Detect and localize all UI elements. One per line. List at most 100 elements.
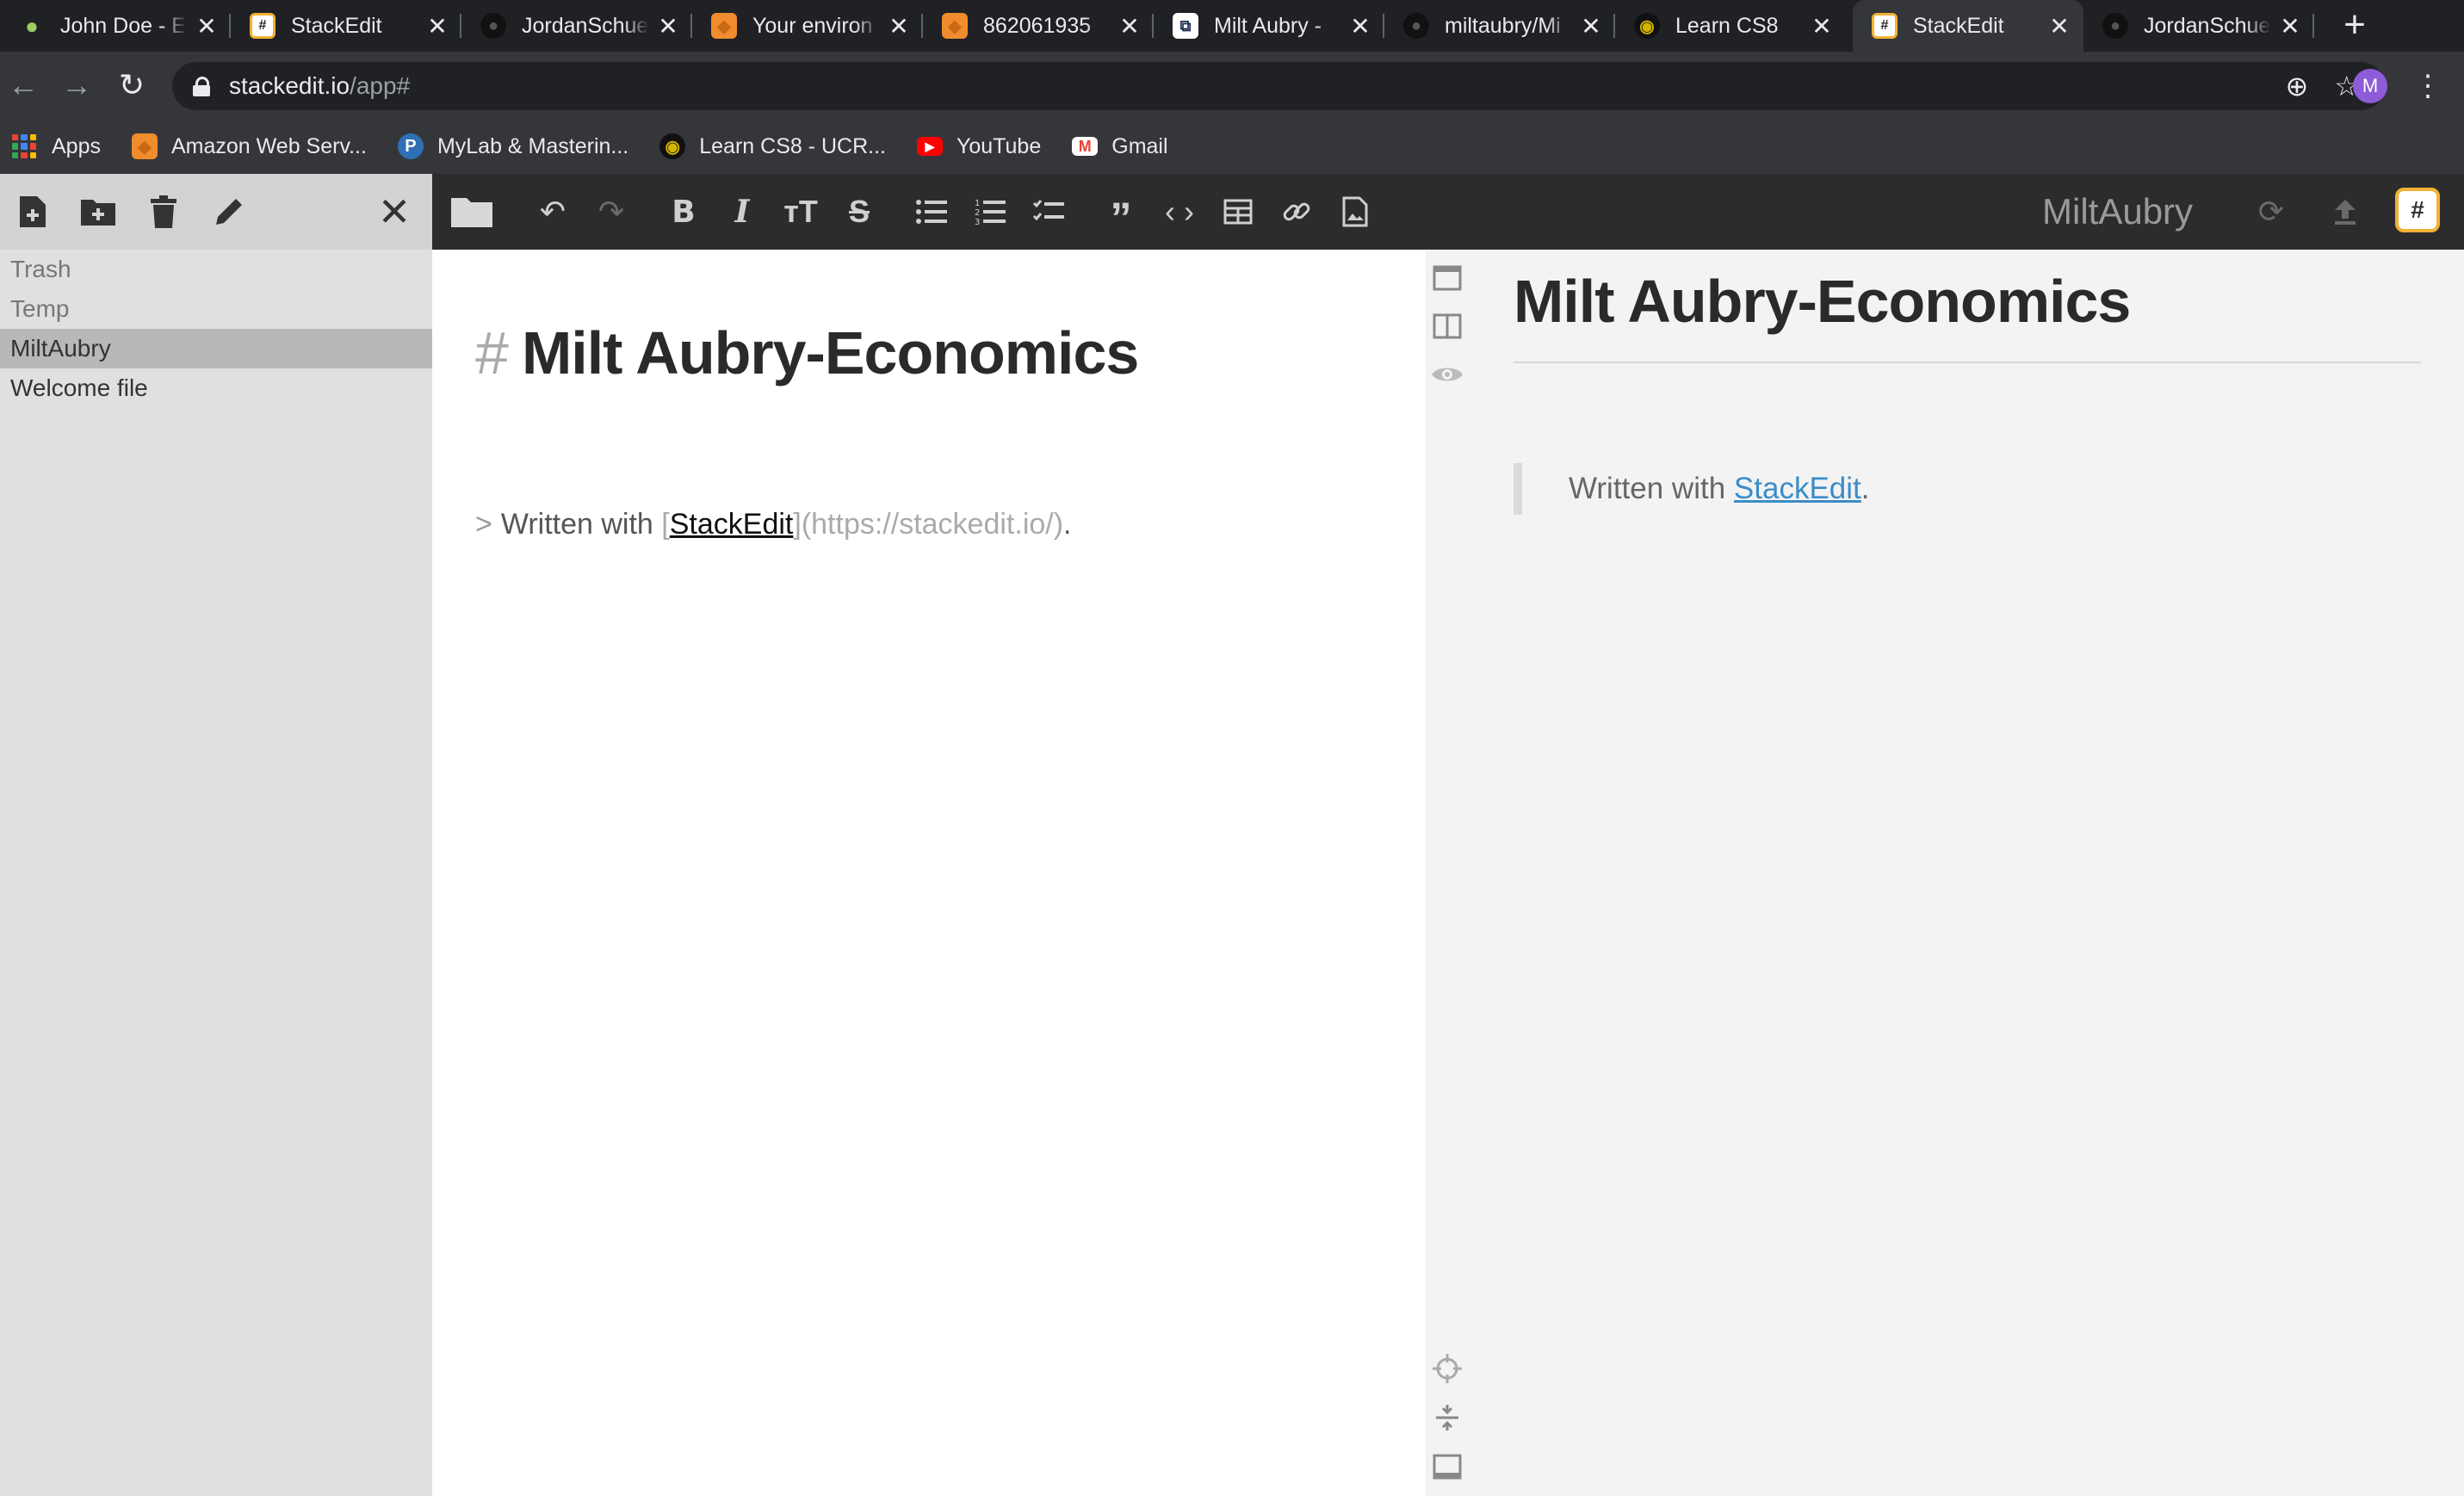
close-explorer-icon[interactable]: ✕ [368,174,420,250]
add-circle-icon[interactable]: ⊕ [2286,70,2309,102]
github-icon: ● [480,13,506,39]
close-tab-icon[interactable]: ✕ [880,12,918,40]
bookmark-aws[interactable]: ◆ Amazon Web Serv... [131,133,367,159]
new-tab-button[interactable]: + [2333,3,2376,46]
explorer-file-welcome[interactable]: Welcome file [0,368,432,408]
browser-tab[interactable]: ◆ Your environ ✕ [692,0,923,52]
italic-icon[interactable]: I [716,186,768,238]
workspace-title[interactable]: MiltAubry [2042,174,2193,250]
file-explorer: Trash Temp MiltAubry Welcome file [0,250,432,1496]
html-preview: Milt Aubry-Economics Written with StackE… [1469,250,2464,1496]
browser-tab[interactable]: ● miltaubry/Mi ✕ [1384,0,1615,52]
close-tab-icon[interactable]: ✕ [1803,12,1841,40]
toggle-side-preview-icon[interactable] [1429,308,1465,344]
svg-text:2: 2 [975,208,980,218]
explorer-folder-icon[interactable] [446,186,498,238]
bookmark-label: Apps [52,133,101,158]
close-tab-icon[interactable]: ✕ [1111,12,1148,40]
close-tab-icon[interactable]: ✕ [649,12,687,40]
publish-upload-icon[interactable] [2319,186,2371,238]
browser-tab[interactable]: ◆ 862061935 ✕ [923,0,1154,52]
quote-text: Written with [500,508,653,541]
toggle-navbar-icon[interactable] [1429,260,1465,296]
code-icon[interactable]: ‹ › [1154,186,1205,238]
heading-markup: # [475,319,509,386]
tab-title: Learn CS8 [1675,13,1779,38]
profile-avatar[interactable]: M [2353,69,2387,103]
browser-tab[interactable]: ● John Doe - E ✕ [0,0,231,52]
close-tab-icon[interactable]: ✕ [1572,12,1610,40]
layout-button-bar [1426,250,1469,1496]
scroll-sync-crosshair-icon[interactable] [1429,1351,1465,1387]
pearson-icon: P [397,133,424,159]
bookmark-apps[interactable]: Apps [0,134,101,159]
undo-icon[interactable]: ↶ [527,186,579,238]
new-file-icon[interactable] [0,174,65,250]
reload-icon[interactable]: ↻ [110,64,153,107]
close-tab-icon[interactable]: ✕ [188,12,226,40]
link-icon[interactable] [1271,186,1322,238]
checklist-icon[interactable] [1023,186,1074,238]
heading-icon[interactable]: ᴛT [775,186,826,238]
forward-arrow-icon[interactable]: → [55,64,98,107]
editor-link-text[interactable]: StackEdit [670,508,794,541]
browser-tab-active[interactable]: # StackEdit ✕ [1853,0,2083,52]
blockquote-markup: > [475,508,492,541]
blockquote-icon[interactable]: ” [1095,186,1147,242]
gitbook-icon: ⧉ [1173,13,1198,39]
numbered-list-icon[interactable]: 123 [964,186,1016,238]
owl-icon: ◉ [659,133,686,159]
bookmark-learn-cs8[interactable]: ◉ Learn CS8 - UCR... [659,133,886,159]
bookmark-label: Learn CS8 - UCR... [699,133,886,158]
editor-heading-line: # Milt Aubry-Economics [475,318,1139,387]
bold-icon[interactable]: B [658,186,709,238]
stackedit-menu-logo-icon[interactable]: # [2395,188,2440,232]
bookmark-youtube[interactable]: ▶ YouTube [917,134,1041,159]
browser-tab[interactable]: ◉ Learn CS8 ✕ [1615,0,1846,52]
address-bar[interactable]: stackedit.io/app# ⊕ ☆ [172,62,2385,110]
url-path: /app# [350,72,411,99]
browser-tab[interactable]: # StackEdit ✕ [231,0,461,52]
bullet-list-icon[interactable] [906,186,957,238]
rename-pencil-icon[interactable] [196,174,262,250]
sync-icon[interactable]: ⟳ [2245,186,2297,238]
close-tab-icon[interactable]: ✕ [2040,12,2078,40]
redo-icon[interactable]: ↷ [585,186,637,238]
bookmark-mylab[interactable]: P MyLab & Masterin... [397,133,628,159]
preview-link[interactable]: StackEdit [1734,472,1861,505]
tab-title: JordanSchue [522,13,649,38]
table-icon[interactable] [1212,186,1264,238]
browser-tab[interactable]: ● JordanSchue ✕ [461,0,692,52]
close-tab-icon[interactable]: ✕ [2271,12,2309,40]
tab-title: StackEdit [1913,13,2004,38]
avocado-icon: ● [25,12,39,39]
delete-trash-icon[interactable] [131,174,196,250]
menu-kebab-icon[interactable]: ⋮ [2411,67,2445,105]
tab-divider [2312,14,2314,38]
new-folder-icon[interactable] [65,174,131,250]
focus-mode-icon[interactable] [1429,1400,1465,1436]
markdown-editor[interactable]: # Milt Aubry-Economics > Written with [Sta… [432,250,1426,1496]
strikethrough-icon[interactable]: S [833,186,885,238]
bookmark-gmail[interactable]: M Gmail [1072,134,1168,159]
explorer-folder-trash[interactable]: Trash [0,250,432,289]
close-tab-icon[interactable]: ✕ [1341,12,1379,40]
heading-text: Milt Aubry-Economics [521,319,1139,386]
tab-title: miltaubry/Mi [1445,13,1561,38]
explorer-folder-miltaubry[interactable]: MiltAubry [0,329,432,368]
browser-tab[interactable]: ● JordanSchue ✕ [2083,0,2314,52]
tab-title: John Doe - E [60,13,186,38]
browser-toolbar: ← → ↻ stackedit.io/app# ⊕ ☆ M ⋮ [0,52,2464,119]
image-icon[interactable] [1329,186,1381,238]
back-arrow-icon[interactable]: ← [2,64,45,107]
svg-text:3: 3 [975,218,980,226]
youtube-icon: ▶ [917,137,943,156]
apps-grid-icon [12,134,36,158]
tab-title: 862061935 [983,13,1092,38]
preview-eye-icon[interactable] [1429,356,1465,393]
aws-icon: ◆ [131,133,158,159]
browser-tab[interactable]: ⧉ Milt Aubry - ✕ [1154,0,1384,52]
explorer-folder-temp[interactable]: Temp [0,289,432,329]
close-tab-icon[interactable]: ✕ [418,12,456,40]
toggle-statusbar-icon[interactable] [1429,1449,1465,1485]
